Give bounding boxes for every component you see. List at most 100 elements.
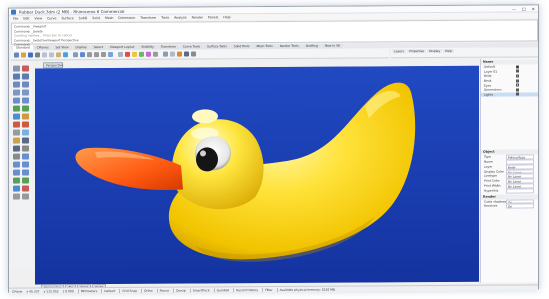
trim-icon[interactable] — [22, 137, 29, 144]
new-icon[interactable] — [14, 52, 19, 58]
menu-tools[interactable]: Tools — [161, 16, 169, 20]
ghosted-icon[interactable] — [184, 51, 189, 57]
rendered-icon[interactable] — [177, 51, 182, 57]
toggle-gumball[interactable]: Gumball — [213, 287, 230, 292]
perspective-viewport[interactable] — [35, 65, 479, 285]
rotate-view-icon[interactable] — [80, 52, 85, 58]
menu-file[interactable]: File — [13, 17, 18, 21]
mirror-icon[interactable] — [22, 169, 29, 176]
surface-icon[interactable] — [22, 105, 29, 112]
menu-analyze[interactable]: Analyze — [174, 16, 187, 20]
print-icon[interactable] — [35, 52, 40, 58]
zoom-icon[interactable] — [87, 52, 92, 58]
layer-color-swatch[interactable] — [516, 79, 519, 83]
extrude-icon[interactable] — [13, 113, 20, 120]
subd-icon[interactable] — [22, 129, 29, 136]
analyze-icon[interactable] — [13, 185, 20, 192]
tab-display-panel[interactable]: Display — [427, 48, 443, 54]
property-value[interactable] — [506, 188, 534, 194]
loft-icon[interactable] — [22, 113, 29, 120]
menu-edit[interactable]: Edit — [23, 16, 29, 20]
point-icon[interactable] — [22, 65, 29, 72]
close-button[interactable]: ✕ — [532, 6, 535, 11]
current-layer[interactable]: Default — [101, 288, 116, 293]
lock-icon[interactable] — [132, 51, 137, 57]
layer-color-swatch[interactable] — [516, 88, 519, 92]
toggle-grid-snap[interactable]: Grid Snap — [119, 288, 138, 293]
scale-icon[interactable] — [13, 169, 20, 176]
circle-icon[interactable] — [22, 81, 29, 88]
tab-help[interactable]: Help — [443, 48, 455, 53]
array-icon[interactable] — [13, 177, 20, 184]
join-icon[interactable] — [22, 145, 29, 152]
menu-curve[interactable]: Curve — [47, 16, 56, 20]
layer-color-swatch[interactable] — [516, 92, 519, 96]
dimension-icon[interactable] — [22, 177, 29, 184]
group-icon[interactable] — [13, 193, 20, 200]
sphere-icon[interactable] — [22, 121, 29, 128]
property-value[interactable]: On — [506, 203, 534, 209]
curvature-icon[interactable] — [22, 185, 29, 192]
cut-icon[interactable] — [42, 52, 47, 58]
menu-transform[interactable]: Transform — [140, 16, 156, 20]
undo-icon[interactable] — [63, 52, 68, 58]
save-icon[interactable] — [28, 52, 33, 58]
layer-color-swatch[interactable] — [516, 83, 519, 87]
menu-help[interactable]: Help — [223, 15, 230, 19]
paste-icon[interactable] — [56, 52, 61, 58]
curve-icon[interactable] — [13, 81, 20, 88]
options-icon[interactable] — [191, 51, 196, 57]
maximize-button[interactable]: □ — [522, 6, 526, 11]
shaded-icon[interactable] — [163, 51, 168, 57]
box-icon[interactable] — [13, 121, 20, 128]
toggle-record-history[interactable]: Record History — [233, 287, 259, 292]
text-icon[interactable] — [13, 105, 20, 112]
layer-color-swatch[interactable] — [516, 74, 519, 78]
hide-icon[interactable] — [125, 51, 130, 57]
toggle-ortho[interactable]: Ortho — [141, 288, 153, 293]
explode-icon[interactable] — [13, 153, 20, 160]
minimize-button[interactable]: — — [512, 7, 516, 12]
layer-color-swatch[interactable] — [516, 69, 519, 73]
cplane-icon[interactable] — [118, 51, 123, 57]
menu-view[interactable]: View — [35, 16, 43, 20]
copy-icon[interactable] — [49, 52, 54, 58]
units-label[interactable]: Millimeters — [77, 288, 98, 293]
split-icon[interactable] — [13, 145, 20, 152]
toggle-osnap[interactable]: Osnap — [173, 288, 186, 293]
pan-icon[interactable] — [73, 52, 78, 58]
tab-layers[interactable]: Layers — [392, 49, 406, 54]
copy-object-icon[interactable] — [13, 161, 20, 168]
block-icon[interactable] — [22, 193, 29, 200]
material-icon[interactable] — [146, 51, 151, 57]
open-icon[interactable] — [21, 52, 26, 58]
tab-properties[interactable]: Properties — [406, 49, 427, 54]
menu-surface[interactable]: Surface — [62, 16, 74, 20]
zoom-window-icon[interactable] — [94, 52, 99, 58]
arc-icon[interactable] — [13, 89, 20, 96]
menu-panels[interactable]: Panels — [208, 15, 218, 19]
mesh-icon[interactable] — [13, 129, 20, 136]
toggle-smarttrack[interactable]: SmartTrack — [189, 287, 210, 293]
polyline-icon[interactable] — [22, 73, 29, 80]
polygon-icon[interactable] — [22, 97, 29, 104]
command-history[interactable]: Command: _Viewport Command: _Delete Crea… — [11, 19, 538, 47]
fillet-icon[interactable] — [13, 137, 20, 144]
four-view-icon[interactable] — [108, 51, 113, 58]
menu-solid[interactable]: Solid — [92, 16, 100, 20]
rectangle-icon[interactable] — [13, 97, 20, 104]
ellipse-icon[interactable] — [22, 89, 29, 96]
menu-mesh[interactable]: Mesh — [105, 16, 113, 20]
menu-dimension[interactable]: Dimension — [118, 16, 135, 20]
move-icon[interactable] — [22, 153, 29, 160]
layer-color-swatch[interactable] — [516, 65, 519, 69]
menu-render[interactable]: Render — [192, 15, 203, 19]
menu-subd[interactable]: SubD — [79, 16, 88, 20]
toggle-filter[interactable]: Filter — [262, 287, 273, 292]
toggle-planar[interactable]: Planar — [156, 288, 170, 293]
rotate-icon[interactable] — [22, 161, 29, 168]
line-icon[interactable] — [13, 73, 20, 80]
layer-icon[interactable] — [139, 51, 144, 57]
select-icon[interactable] — [13, 65, 20, 72]
zoom-extents-icon[interactable] — [101, 52, 106, 58]
